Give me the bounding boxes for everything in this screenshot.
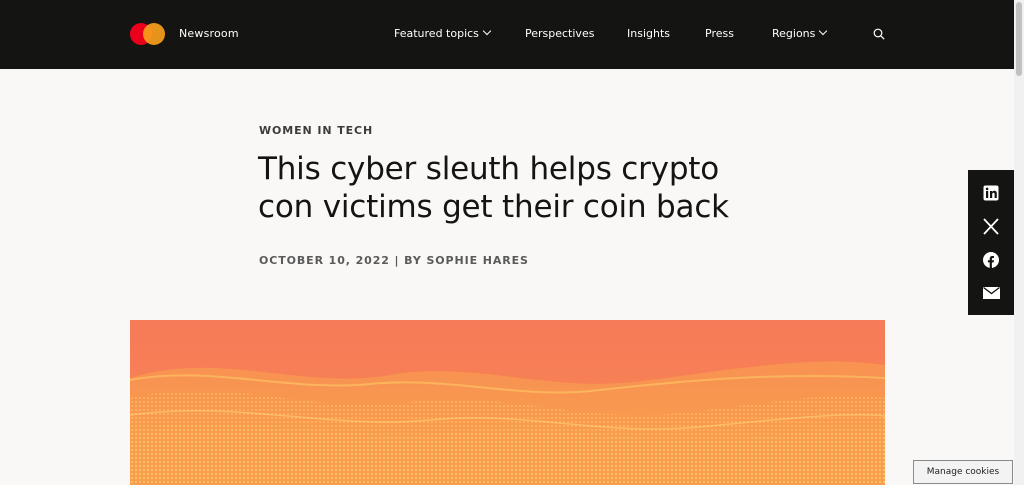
- article-title: This cyber sleuth helps crypto con victi…: [258, 151, 729, 225]
- particle-wave-graphic: [130, 361, 885, 485]
- x-icon: [983, 218, 999, 235]
- logo-orange-circle: [143, 23, 165, 45]
- chevron-down-icon: [819, 26, 828, 36]
- scrollbar-thumb[interactable]: [1016, 2, 1022, 76]
- nav-regions-label: Regions: [772, 27, 816, 40]
- nav-featured-topics-label: Featured topics: [394, 27, 479, 40]
- nav-insights[interactable]: Insights: [627, 27, 670, 40]
- manage-cookies-label: Manage cookies: [926, 467, 1000, 477]
- top-navigation-bar: Newsroom Featured topics Perspectives In…: [0, 0, 1014, 69]
- article-category[interactable]: WOMEN IN TECH: [259, 124, 373, 137]
- nav-perspectives[interactable]: Perspectives: [525, 27, 594, 40]
- mastercard-logo[interactable]: [130, 23, 166, 45]
- facebook-icon: [983, 251, 999, 268]
- linkedin-icon: [983, 185, 999, 200]
- nav-perspectives-label: Perspectives: [525, 27, 595, 40]
- search-icon[interactable]: [873, 28, 885, 40]
- share-bar: [968, 170, 1014, 315]
- email-icon: [982, 286, 1000, 299]
- nav-press-label: Press: [705, 27, 734, 40]
- newsroom-link[interactable]: Newsroom: [179, 27, 239, 40]
- nav-insights-label: Insights: [627, 27, 671, 40]
- nav-press[interactable]: Press: [705, 27, 734, 40]
- nav-regions[interactable]: Regions: [772, 26, 828, 40]
- chevron-down-icon: [482, 26, 492, 36]
- share-x-button[interactable]: [968, 210, 1014, 243]
- article-byline: OCTOBER 10, 2022 | BY SOPHIE HARES: [259, 254, 529, 267]
- hero-image: [130, 320, 885, 485]
- share-facebook-button[interactable]: [968, 243, 1014, 276]
- share-email-button[interactable]: [968, 276, 1014, 309]
- nav-featured-topics[interactable]: Featured topics: [394, 26, 492, 40]
- share-linkedin-button[interactable]: [968, 176, 1014, 209]
- manage-cookies-button[interactable]: Manage cookies: [913, 460, 1013, 484]
